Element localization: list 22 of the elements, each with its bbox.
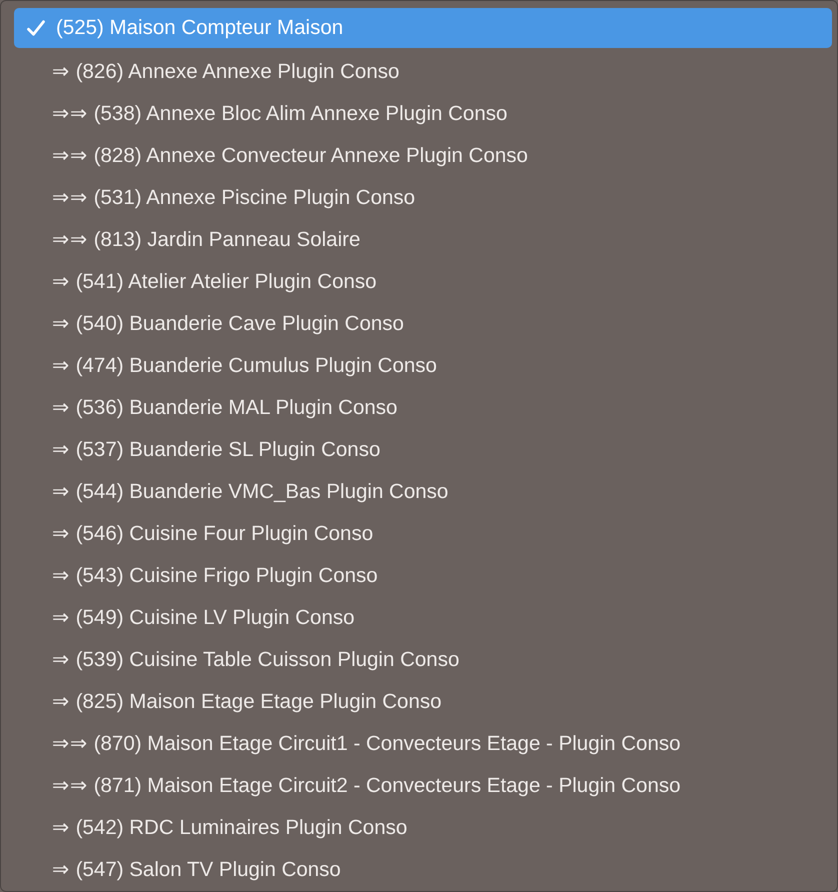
menu-item[interactable]: ⇒ (474) Buanderie Cumulus Plugin Conso [6, 344, 832, 386]
menu-item[interactable]: ⇒ (537) Buanderie SL Plugin Conso [6, 428, 832, 470]
menu-item[interactable]: ⇒ (547) Salon TV Plugin Conso [6, 848, 832, 890]
menu-item[interactable]: ⇒⇒ (870) Maison Etage Circuit1 - Convecteurs Etage - Plugin Conso [6, 722, 832, 764]
menu-item[interactable]: ⇒⇒ (538) Annexe Bloc Alim Annexe Plugin Conso [6, 92, 832, 134]
menu-item[interactable]: ⇒⇒ (871) Maison Etage Circuit2 - Convecteurs Etage - Plugin Conso [6, 764, 832, 806]
menu-item[interactable]: ⇒⇒ (531) Annexe Piscine Plugin Conso [6, 176, 832, 218]
menu-item[interactable]: ⇒ (826) Annexe Annexe Plugin Conso [6, 50, 832, 92]
menu-item[interactable]: ⇒ (549) Cuisine LV Plugin Conso [6, 596, 832, 638]
menu-item[interactable]: (525) Maison Compteur Maison [14, 8, 832, 48]
checkmark-icon [26, 18, 46, 38]
menu-item[interactable]: ⇒ (825) Maison Etage Etage Plugin Conso [6, 680, 832, 722]
menu-item[interactable]: ⇒ (542) RDC Luminaires Plugin Conso [6, 806, 832, 848]
menu-item[interactable]: ⇒ (541) Atelier Atelier Plugin Conso [6, 260, 832, 302]
menu-item[interactable]: ⇒ (546) Cuisine Four Plugin Conso [6, 512, 832, 554]
menu-item[interactable]: ⇒ (539) Cuisine Table Cuisson Plugin Conso [6, 638, 832, 680]
menu-item[interactable]: ⇒ (540) Buanderie Cave Plugin Conso [6, 302, 832, 344]
menu-item[interactable]: ⇒ (543) Cuisine Frigo Plugin Conso [6, 554, 832, 596]
menu-item[interactable]: ⇒ (544) Buanderie VMC_Bas Plugin Conso [6, 470, 832, 512]
menu-item[interactable]: ⇒⇒ (813) Jardin Panneau Solaire [6, 218, 832, 260]
menu-item[interactable]: ⇒ (536) Buanderie MAL Plugin Conso [6, 386, 832, 428]
menu-item[interactable]: ⇒⇒ (828) Annexe Convecteur Annexe Plugin Conso [6, 134, 832, 176]
